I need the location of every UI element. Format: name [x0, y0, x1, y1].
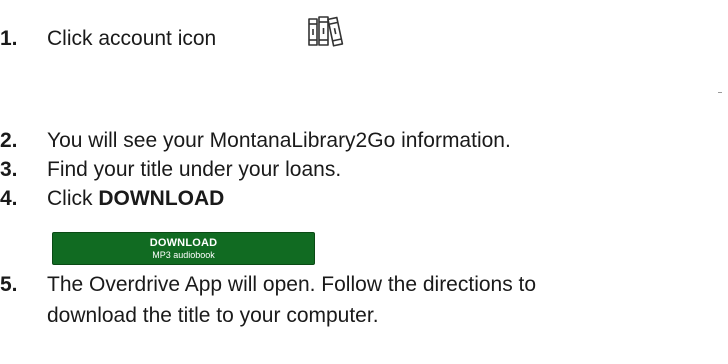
step-1: 1. Click account icon: [0, 27, 216, 51]
step-text: You will see your MontanaLibrary2Go info…: [47, 129, 511, 152]
books-icon: [308, 16, 344, 47]
step-number: 2.: [0, 129, 18, 152]
step-text: The Overdrive App will open. Follow the …: [47, 273, 537, 296]
download-button-label: DOWNLOAD: [149, 237, 218, 249]
step-2: 2. You will see your MontanaLibrary2Go in…: [0, 129, 511, 153]
step-number: 1.: [0, 27, 18, 50]
step-text-bold: DOWNLOAD: [98, 187, 225, 210]
step-text-continued: download the title to your computer.: [47, 304, 379, 327]
step-5: 5. The Overdrive App will open. Follow th…: [0, 273, 536, 297]
stray-mark: [718, 92, 722, 93]
step-text: Click account icon: [47, 27, 217, 50]
step-text: Find your title under your loans.: [47, 158, 342, 181]
step-text: Click: [47, 187, 99, 210]
step-number: 3.: [0, 158, 18, 181]
step-5-continued: download the title to your computer.: [47, 304, 379, 328]
step-3: 3. Find your title under your loans.: [0, 158, 341, 182]
download-button[interactable]: DOWNLOAD MP3 audiobook: [52, 232, 315, 265]
step-number: 5.: [0, 273, 18, 296]
step-number: 4.: [0, 187, 18, 210]
step-4: 4. Click DOWNLOAD: [0, 187, 224, 211]
download-button-sublabel: MP3 audiobook: [152, 250, 215, 260]
